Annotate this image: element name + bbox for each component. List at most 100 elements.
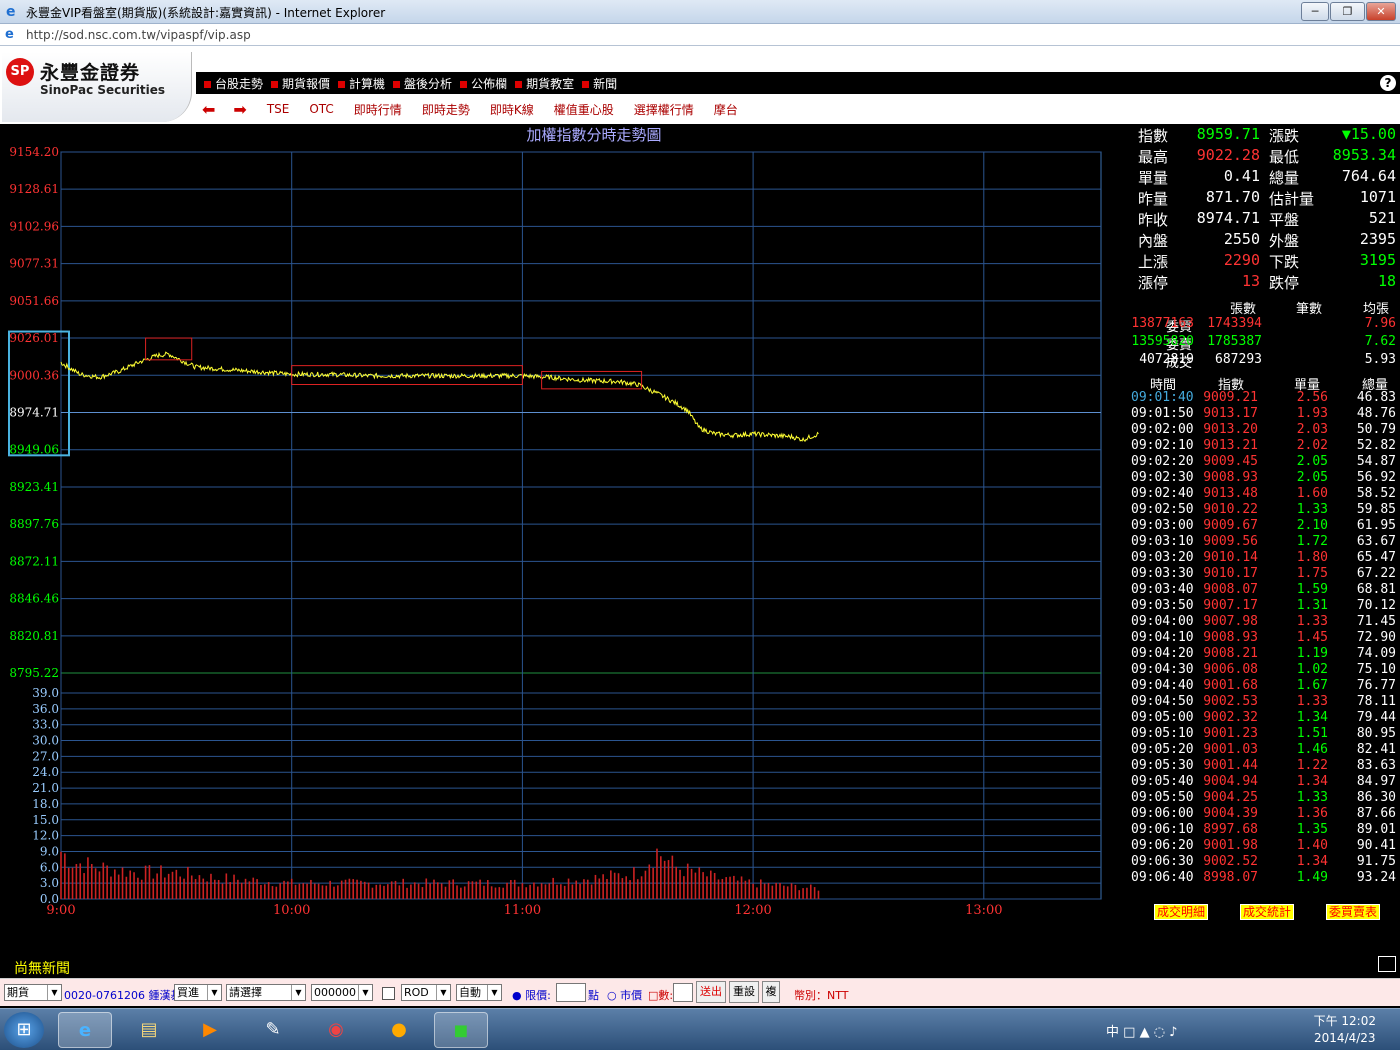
tick-row[interactable]: 09:04:40 9001.68 1.67 76.77	[1130, 678, 1400, 694]
tick-row[interactable]: 09:04:20 9008.21 1.19 74.09	[1130, 646, 1400, 662]
taskbar-clock[interactable]: 下午 12:02 2014/4/23	[1314, 1013, 1376, 1047]
tick-row[interactable]: 09:03:20 9010.14 1.80 65.47	[1130, 550, 1400, 566]
submenu-realtime-kline[interactable]: 即時K線	[490, 101, 534, 118]
taskbar-media-icon[interactable]: ▶	[183, 1012, 237, 1048]
submenu-msci[interactable]: 摩台	[714, 101, 738, 118]
limit-radio[interactable]: ● 限價:	[512, 987, 551, 1003]
tick-row[interactable]: 09:06:00 9004.39 1.36 87.66	[1130, 806, 1400, 822]
url-text[interactable]: http://sod.nsc.com.tw/vipaspf/vip.asp	[26, 28, 251, 42]
taskbar-tool-icon[interactable]: ✎	[246, 1012, 300, 1048]
submenu-otc[interactable]: OTC	[309, 102, 333, 116]
menu-item-calculator[interactable]: 計算機	[338, 75, 385, 92]
book-header-cell: 張數	[1230, 302, 1257, 317]
quote-value: 2290	[1223, 251, 1260, 269]
rod-select[interactable]: ROD ▼	[401, 984, 451, 1001]
quote-value: 1071	[1359, 188, 1396, 206]
trade-detail-button[interactable]: 成交明細	[1154, 904, 1209, 920]
reset-button[interactable]: 重設	[729, 981, 759, 1003]
option-checkbox[interactable]	[382, 987, 395, 1000]
tick-row[interactable]: 09:02:20 9009.45 2.05 54.87	[1130, 454, 1400, 470]
tick-row[interactable]: 09:01:50 9013.17 1.93 48.76	[1130, 406, 1400, 422]
help-icon[interactable]: ?	[1380, 75, 1396, 91]
intraday-chart[interactable]: 加權指數分時走勢圖 9154.20 9128.61 9102.96 9077.31 905…	[0, 124, 1130, 954]
menu-item-futures-class[interactable]: 期貨教室	[515, 75, 574, 92]
close-button[interactable]: ✕	[1366, 2, 1396, 21]
market-radio[interactable]: ○ 市價	[607, 987, 642, 1003]
tick-total: 79.44	[1356, 710, 1396, 725]
start-button-icon[interactable]: ⊞	[4, 1012, 44, 1048]
ime-indicator[interactable]: 中	[1106, 1025, 1119, 1040]
taskbar-line-icon[interactable]: ◼	[434, 1012, 488, 1048]
logo-mark-icon: SP	[6, 58, 34, 86]
tick-total: 93.24	[1356, 870, 1396, 885]
tick-row[interactable]: 09:02:00 9013.20 2.03 50.79	[1130, 422, 1400, 438]
side-select[interactable]: 買進 ▼	[174, 984, 222, 1001]
menu-item-stock-trend[interactable]: 台股走勢	[204, 75, 263, 92]
tick-row[interactable]: 09:04:10 9008.93 1.45 72.90	[1130, 630, 1400, 646]
tick-row[interactable]: 09:02:10 9013.21 2.02 52.82	[1130, 438, 1400, 454]
book-header-cell: 筆數	[1296, 302, 1323, 317]
tick-row[interactable]: 09:03:40 9008.07 1.59 68.81	[1130, 582, 1400, 598]
tick-row[interactable]: 09:06:40 8998.07 1.49 93.24	[1130, 870, 1400, 886]
menu-item-bulletin[interactable]: 公佈欄	[460, 75, 507, 92]
chart-svg: 加權指數分時走勢圖 9154.20 9128.61 9102.96 9077.31 905…	[8, 126, 1102, 918]
tick-row[interactable]: 09:04:30 9006.08 1.02 75.10	[1130, 662, 1400, 678]
tick-row[interactable]: 09:05:30 9001.44 1.22 83.63	[1130, 758, 1400, 774]
tick-row[interactable]: 09:05:50 9004.25 1.33 86.30	[1130, 790, 1400, 806]
price-input[interactable]	[556, 983, 586, 1002]
bid-ask-button[interactable]: 委買賣表	[1326, 904, 1381, 920]
tick-row[interactable]: 09:05:40 9004.94 1.34 84.97	[1130, 774, 1400, 790]
taskbar-explorer-icon[interactable]: ▤	[122, 1012, 176, 1048]
quote-row: 最高 9022.28 最低 8953.34	[1130, 146, 1400, 167]
time-tick-label: 11:00	[504, 903, 541, 918]
taskbar-ie-icon[interactable]: e	[58, 1012, 112, 1048]
trade-stats-button[interactable]: 成交統計	[1240, 904, 1295, 920]
tick-row[interactable]: 09:05:10 9001.23 1.51 80.95	[1130, 726, 1400, 742]
taskbar-app-icon[interactable]: ●	[372, 1012, 426, 1048]
maximize-button[interactable]: ❐	[1330, 2, 1365, 21]
tick-row[interactable]: 09:03:50 9007.17 1.31 70.12	[1130, 598, 1400, 614]
news-ticker[interactable]: 尚無新聞	[14, 958, 70, 978]
tick-volume: 1.45	[1296, 630, 1328, 645]
menu-item-futures-quote[interactable]: 期貨報價	[271, 75, 330, 92]
submenu-tse[interactable]: TSE	[267, 102, 290, 116]
quote-label: 漲跌	[1269, 127, 1300, 145]
menu-item-news[interactable]: 新聞	[582, 75, 617, 92]
auto-select[interactable]: 自動 ▼	[456, 984, 502, 1001]
tick-volume: 1.51	[1296, 726, 1328, 741]
taskbar-chrome-icon[interactable]: ◉	[309, 1012, 363, 1048]
minimize-button[interactable]: ─	[1301, 2, 1329, 21]
submenu-weighted-stocks[interactable]: 權值重心股	[554, 101, 614, 118]
contract-select[interactable]: 請選擇 ▼	[226, 984, 306, 1001]
system-tray[interactable]: 中 □ ▲ ◌ ♪	[1106, 1021, 1177, 1040]
tick-row[interactable]: 09:02:40 9013.48 1.60 58.52	[1130, 486, 1400, 502]
forward-arrow-icon[interactable]: ➡	[233, 100, 246, 119]
tick-row[interactable]: 09:03:10 9009.56 1.72 63.67	[1130, 534, 1400, 550]
submenu-realtime-quote[interactable]: 即時行情	[354, 101, 402, 118]
copy-button[interactable]: 複	[762, 981, 780, 1003]
tick-row[interactable]: 09:06:10 8997.68 1.35 89.01	[1130, 822, 1400, 838]
tick-row[interactable]: 09:03:00 9009.67 2.10 61.95	[1130, 518, 1400, 534]
sinopac-logo[interactable]: SP 永豐金證券 SinoPac Securities	[2, 52, 192, 122]
tick-row[interactable]: 09:04:00 9007.98 1.33 71.45	[1130, 614, 1400, 630]
tick-row[interactable]: 09:02:30 9008.93 2.05 56.92	[1130, 470, 1400, 486]
product-select[interactable]: 期貨 ▼	[4, 984, 62, 1001]
quantity-select[interactable]: 000000 ▼	[311, 984, 373, 1001]
tick-row[interactable]: 09:03:30 9010.17 1.75 67.22	[1130, 566, 1400, 582]
tick-row[interactable]: 09:05:00 9002.32 1.34 79.44	[1130, 710, 1400, 726]
send-button[interactable]: 送出	[696, 981, 726, 1003]
news-expand-button[interactable]	[1378, 956, 1396, 972]
tick-row[interactable]: 09:06:20 9001.98 1.40 90.41	[1130, 838, 1400, 854]
submenu-options[interactable]: 選擇權行情	[634, 101, 694, 118]
tick-row[interactable]: 09:04:50 9002.53 1.33 78.11	[1130, 694, 1400, 710]
back-arrow-icon[interactable]: ⬅	[202, 100, 215, 119]
tick-row[interactable]: 09:01:40 9009.21 2.56 46.83	[1130, 390, 1400, 406]
menu-item-after-hours[interactable]: 盤後分析	[393, 75, 452, 92]
count-input[interactable]	[673, 983, 693, 1002]
tick-row[interactable]: 09:06:30 9002.52 1.34 91.75	[1130, 854, 1400, 870]
tick-row[interactable]: 09:02:50 9010.22 1.33 59.85	[1130, 502, 1400, 518]
submenu-realtime-trend[interactable]: 即時走勢	[422, 101, 470, 118]
tick-row[interactable]: 09:05:20 9001.03 1.46 82.41	[1130, 742, 1400, 758]
count-checkbox[interactable]: □數:	[648, 987, 673, 1003]
address-bar[interactable]: e http://sod.nsc.com.tw/vipaspf/vip.asp	[0, 24, 1400, 46]
